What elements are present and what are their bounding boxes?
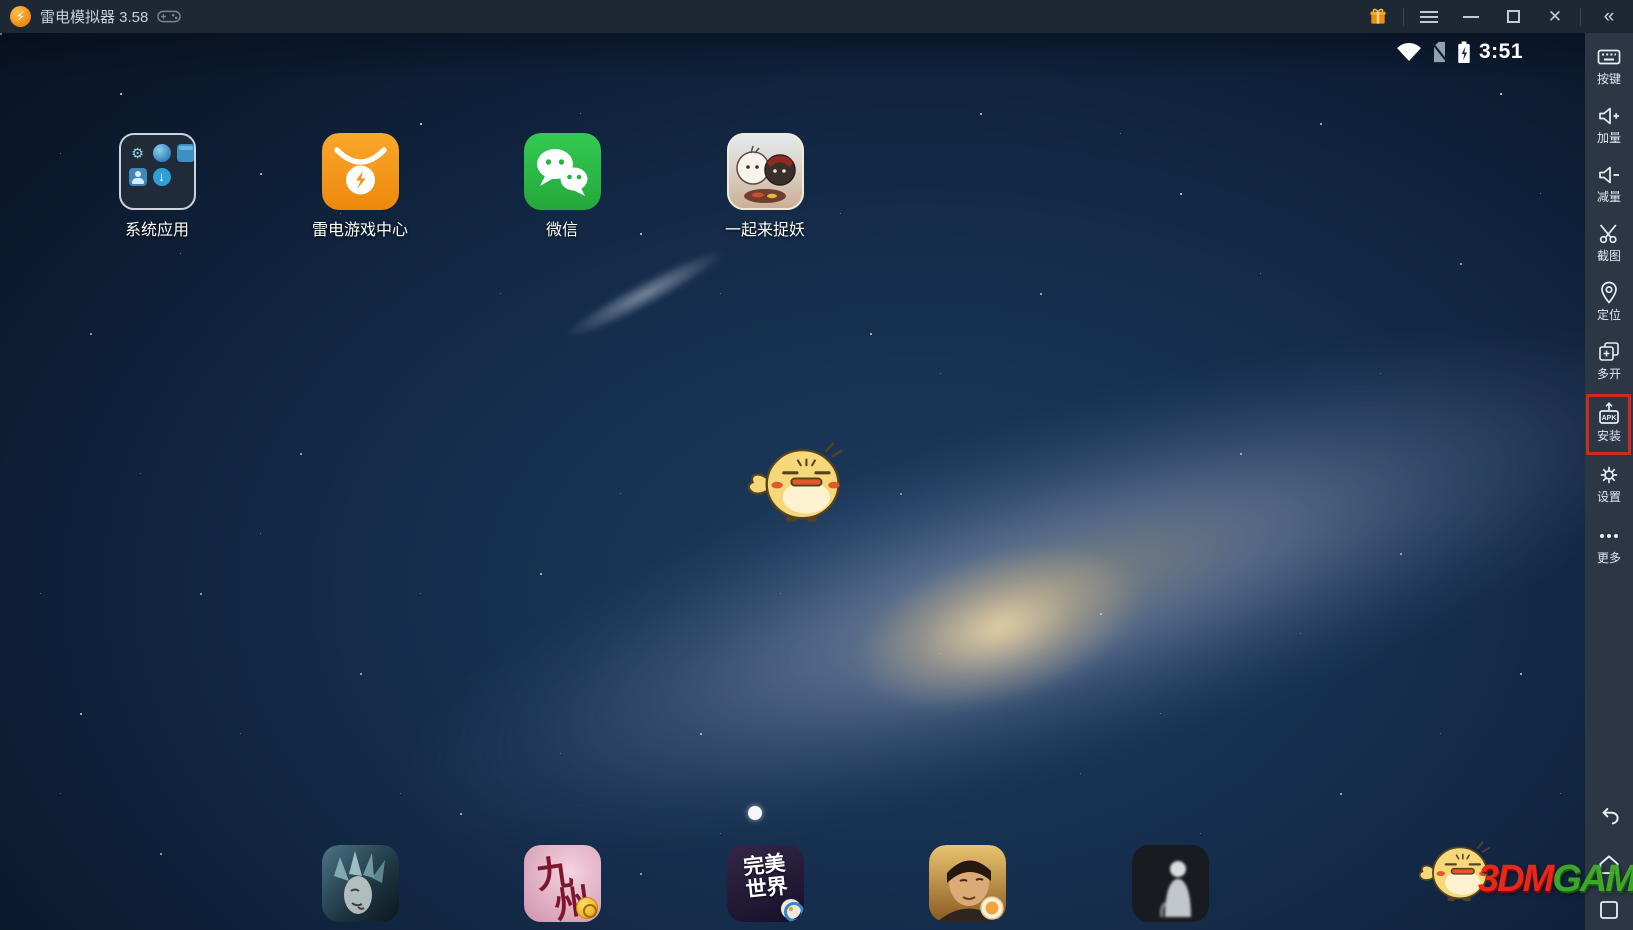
- settings-gear-icon: [1596, 462, 1622, 488]
- app-wechat[interactable]: 微信: [487, 133, 637, 240]
- coin-badge-icon: [576, 897, 598, 919]
- settings-mini-icon: ⚙: [129, 144, 147, 162]
- battery-charging-icon: [1457, 41, 1471, 64]
- app-ld-game-center[interactable]: 雷电游戏中心: [285, 133, 435, 240]
- minimize-button[interactable]: [1450, 0, 1492, 33]
- gift-icon: [1368, 7, 1388, 27]
- titlebar-separator: [1403, 8, 1404, 26]
- multi-instance-icon: [1596, 339, 1622, 365]
- app-label: 一起来捉妖: [690, 216, 840, 240]
- ld-game-center-icon: [322, 133, 399, 210]
- app-label: 系统应用: [82, 216, 232, 240]
- app-life-after[interactable]: 明日之后: [1095, 845, 1245, 930]
- toolbar-sidebar: 按键 加量 减量 截图: [1585, 33, 1633, 930]
- emulator-window: ⚡ 雷电模拟器 3.58 ✕ «: [0, 0, 1633, 930]
- wifi-icon: [1396, 41, 1422, 63]
- sidebar-item-screenshot[interactable]: 截图: [1585, 221, 1633, 263]
- browser-mini-icon: [153, 144, 171, 162]
- app-dragon-roar[interactable]: 龙之怒吼: [285, 845, 435, 930]
- wechat-icon: [524, 133, 601, 210]
- location-icon: [1596, 280, 1622, 306]
- close-button[interactable]: ✕: [1534, 0, 1576, 33]
- app-jiuzhou[interactable]: 九 州 九州飞凰录: [487, 845, 637, 930]
- app-system-folder[interactable]: ⚙ ↓ 系统应用: [82, 133, 232, 240]
- menu-button[interactable]: [1408, 0, 1450, 33]
- yidao-icon: [929, 845, 1006, 922]
- volume-down-icon: [1596, 162, 1622, 188]
- pw-badge-icon: [781, 899, 801, 919]
- maximize-icon: [1507, 10, 1520, 23]
- downloads-mini-icon: ↓: [153, 168, 171, 186]
- ldplayer-logo-icon: ⚡: [10, 6, 31, 27]
- android-screen: 3:51 ⚙ ↓ 系统应用: [0, 33, 1585, 930]
- nav-home-button[interactable]: [1585, 851, 1633, 879]
- folder-icon: ⚙ ↓: [119, 133, 196, 210]
- starfield-dim: [0, 33, 1, 34]
- recents-icon: [1596, 897, 1622, 923]
- app-label: 雷电游戏中心: [285, 216, 435, 240]
- minimize-icon: [1463, 16, 1479, 18]
- nav-back-button[interactable]: [1585, 803, 1633, 831]
- tutorial-highlight-box: [1586, 394, 1631, 455]
- perfect-world-icon: 完美 世界: [727, 845, 804, 922]
- clock: 3:51: [1479, 40, 1523, 64]
- starfield: [0, 33, 2, 35]
- files-mini-icon: [177, 144, 195, 162]
- gift-button[interactable]: [1357, 0, 1399, 33]
- app-catch-demons[interactable]: 一起来捉妖: [690, 133, 840, 240]
- icon-calligraphy-text: 完美 世界: [727, 850, 804, 904]
- app-perfect-world[interactable]: 完美 世界 完美世界手游: [690, 845, 840, 930]
- no-sim-icon: [1430, 41, 1449, 63]
- life-after-icon: [1132, 845, 1209, 922]
- sidebar-item-keymapping[interactable]: 按键: [1585, 44, 1633, 86]
- back-icon: [1595, 803, 1623, 831]
- scissors-icon: [1596, 221, 1622, 247]
- app-label: 微信: [487, 216, 637, 240]
- nav-recents-button[interactable]: [1585, 897, 1633, 923]
- sidebar-item-settings[interactable]: 设置: [1585, 462, 1633, 504]
- comet-streak: [559, 240, 730, 347]
- maximize-button[interactable]: [1492, 0, 1534, 33]
- more-dots-icon: [1596, 523, 1622, 549]
- android-statusbar: 3:51: [1396, 37, 1523, 67]
- app-yidao[interactable]: 一刀传世: [892, 845, 1042, 930]
- keyboard-icon: [1596, 44, 1622, 70]
- window-title: 雷电模拟器 3.58: [40, 6, 148, 27]
- sidebar-item-volume-down[interactable]: 减量: [1585, 162, 1633, 204]
- hamburger-icon: [1420, 11, 1438, 23]
- ldplayer-chick-mascot: [744, 435, 848, 530]
- sidebar-item-more[interactable]: 更多: [1585, 523, 1633, 565]
- contacts-mini-icon: [129, 168, 147, 186]
- home-icon: [1595, 851, 1623, 879]
- gamepad-icon: [157, 9, 181, 24]
- close-icon: ✕: [1548, 8, 1562, 25]
- jiuzhou-icon: 九 州: [524, 845, 601, 922]
- page-indicator-dot: [748, 806, 762, 820]
- sidebar-item-multi-instance[interactable]: 多开: [1585, 339, 1633, 381]
- titlebar-separator: [1580, 8, 1581, 26]
- catch-demons-icon: [727, 133, 804, 210]
- titlebar: ⚡ 雷电模拟器 3.58 ✕ «: [0, 0, 1633, 33]
- sidebar-collapse-button[interactable]: «: [1585, 0, 1633, 33]
- sidebar-item-location[interactable]: 定位: [1585, 280, 1633, 322]
- sidebar-item-volume-up[interactable]: 加量: [1585, 103, 1633, 145]
- dragon-roar-icon: [322, 845, 399, 922]
- volume-up-icon: [1596, 103, 1622, 129]
